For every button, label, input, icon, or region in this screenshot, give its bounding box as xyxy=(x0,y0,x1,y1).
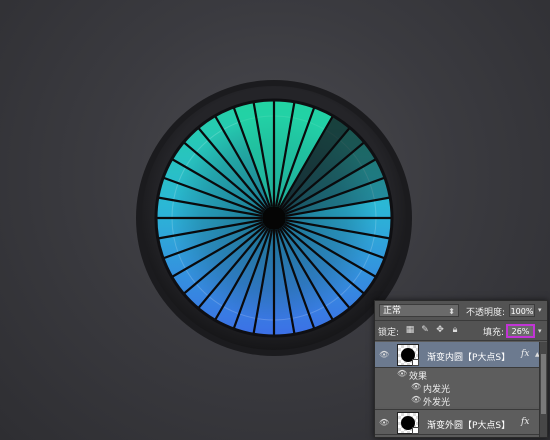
effect-outer-glow[interactable]: 👁︎ 外发光 xyxy=(375,394,547,408)
layer-name: 渐变外圆【P大点S】 xyxy=(427,421,511,431)
visibility-eye-icon[interactable]: 👁︎ xyxy=(379,350,389,360)
opacity-dropdown-icon[interactable]: ▾ xyxy=(538,306,542,314)
blend-mode-select[interactable]: 正常 ⬍ xyxy=(379,304,459,317)
effects-visibility-eye-icon[interactable]: 👁︎ xyxy=(397,369,407,378)
layer-thumbnail xyxy=(397,344,419,366)
dropdown-arrow-icon: ⬍ xyxy=(448,307,455,316)
effects-header[interactable]: 👁︎ 效果 xyxy=(375,368,547,382)
dial-center-hub xyxy=(262,206,286,230)
fill-label: 填充: xyxy=(483,328,505,338)
blend-opacity-row: 正常 ⬍ 不透明度: 100% ▾ xyxy=(375,301,547,321)
opacity-label: 不透明度: xyxy=(466,308,506,318)
lock-fill-row: 锁定: ▦ ✎ ✥ 🔒︎ 填充: 26% ▾ xyxy=(375,321,547,341)
lock-all-icon[interactable]: 🔒︎ xyxy=(450,325,460,335)
layers-scrollbar[interactable] xyxy=(539,342,547,437)
layer-row-outer-circle[interactable]: 👁︎ 渐变外圆【P大点S】 fx xyxy=(375,409,547,435)
fill-dropdown-icon[interactable]: ▾ xyxy=(538,327,542,335)
layer-thumbnail xyxy=(397,412,419,434)
opacity-input[interactable]: 100% xyxy=(509,304,535,317)
outer-glow-label: 外发光 xyxy=(423,398,451,408)
effect-inner-glow[interactable]: 👁︎ 内发光 xyxy=(375,381,547,395)
lock-transparent-icon[interactable]: ▦ xyxy=(405,325,415,335)
fx-icon[interactable]: fx xyxy=(521,417,529,427)
scroll-thumb[interactable] xyxy=(541,354,546,414)
fx-icon[interactable]: fx xyxy=(521,349,529,359)
layer-name: 渐变内圆【P大点S】 xyxy=(427,353,511,363)
lock-move-icon[interactable]: ✥ xyxy=(435,325,445,335)
inner-glow-eye-icon[interactable]: 👁︎ xyxy=(411,382,421,391)
fill-input[interactable]: 26% xyxy=(506,324,535,338)
lock-paint-icon[interactable]: ✎ xyxy=(420,325,430,335)
blend-mode-value: 正常 xyxy=(383,306,402,316)
visibility-eye-icon[interactable]: 👁︎ xyxy=(379,418,389,428)
lock-label: 锁定: xyxy=(378,328,400,338)
layers-panel: 正常 ⬍ 不透明度: 100% ▾ 锁定: ▦ ✎ ✥ 🔒︎ 填充: 26% ▾… xyxy=(374,300,548,438)
layer-row-inner-circle[interactable]: 👁︎ 渐变内圆【P大点S】 fx ▲ xyxy=(375,342,547,368)
outer-glow-eye-icon[interactable]: 👁︎ xyxy=(411,395,421,404)
